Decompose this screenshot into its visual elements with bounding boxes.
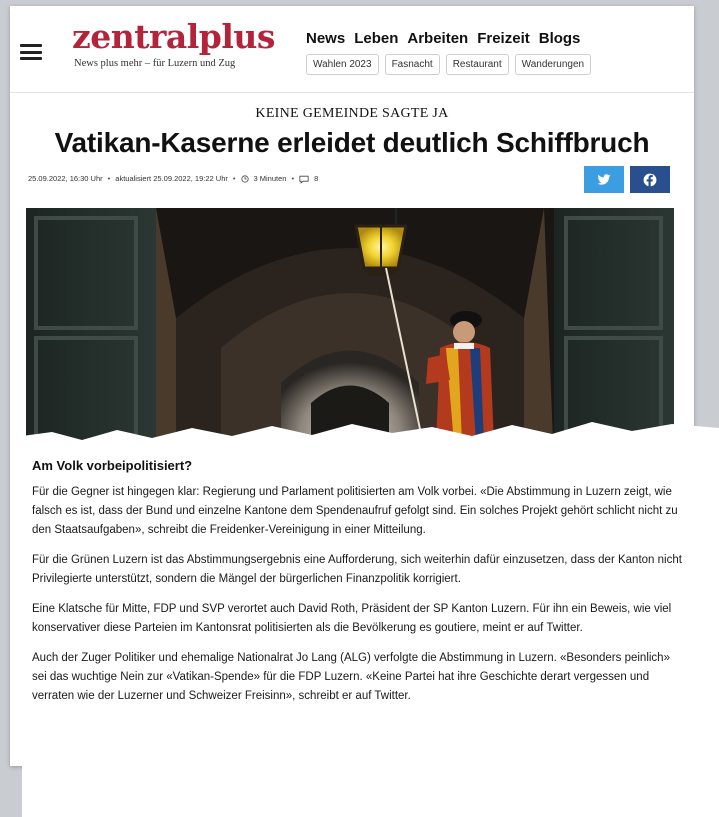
topic-tags: Wahlen 2023 Fasnacht Restaurant Wanderun… — [306, 54, 592, 75]
article-kicker: KEINE GEMEINDE SAGTE JA — [255, 106, 449, 121]
update-date: aktualisiert 25.09.2022, 19:22 Uhr — [115, 174, 228, 184]
menu-icon[interactable] — [20, 44, 42, 60]
article-paragraph: Für die Grünen Luzern ist das Abstimmung… — [32, 554, 682, 585]
publish-date: 25.09.2022, 16:30 Uhr — [28, 174, 103, 184]
article-subheading: Am Volk vorbeipolitisiert? — [32, 458, 193, 473]
twitter-icon — [597, 173, 611, 185]
site-header: zentralplus News plus mehr – für Luzern … — [10, 6, 694, 92]
nav-news[interactable]: News — [306, 30, 345, 47]
nav-freizeit[interactable]: Freizeit — [477, 30, 530, 47]
comment-icon[interactable] — [299, 174, 309, 184]
header-divider — [10, 92, 694, 93]
nav-leben[interactable]: Leben — [354, 30, 398, 47]
share-twitter-button[interactable] — [584, 166, 624, 193]
article-paragraph: Auch der Zuger Politiker und ehemalige N… — [32, 652, 670, 702]
reading-time: 3 Minuten — [253, 174, 287, 184]
article-paragraph: Eine Klatsche für Mitte, FDP und SVP ver… — [32, 603, 672, 634]
clock-icon — [240, 174, 249, 183]
meta-separator: • — [291, 174, 295, 184]
tag-restaurant[interactable]: Restaurant — [445, 54, 509, 75]
main-nav: News Leben Arbeiten Freizeit Blogs — [306, 30, 580, 47]
nav-blogs[interactable]: Blogs — [539, 30, 581, 47]
share-facebook-button[interactable] — [630, 166, 670, 193]
meta-separator: • — [232, 174, 236, 184]
tag-wanderungen[interactable]: Wanderungen — [514, 54, 592, 75]
tag-fasnacht[interactable]: Fasnacht — [384, 54, 440, 75]
comment-count[interactable]: 8 — [314, 174, 318, 183]
article-paragraph: Für die Gegner ist hingegen klar: Regier… — [32, 486, 678, 536]
facebook-icon — [643, 173, 657, 187]
tag-wahlen-2023[interactable]: Wahlen 2023 — [306, 54, 379, 75]
meta-separator: • — [107, 174, 111, 184]
article-meta: 25.09.2022, 16:30 Uhr • aktualisiert 25.… — [28, 174, 318, 184]
article-title: Vatikan-Kaserne erleidet deutlich Schiff… — [54, 127, 650, 158]
site-tagline: News plus mehr – für Luzern und Zug — [74, 58, 236, 69]
torn-paper-article: Am Volk vorbeipolitisiert? Für die Gegne… — [22, 422, 719, 817]
nav-arbeiten[interactable]: Arbeiten — [407, 30, 468, 47]
site-logo[interactable]: zentralplus — [72, 18, 275, 56]
article-body: Am Volk vorbeipolitisiert? Für die Gegne… — [32, 458, 682, 717]
